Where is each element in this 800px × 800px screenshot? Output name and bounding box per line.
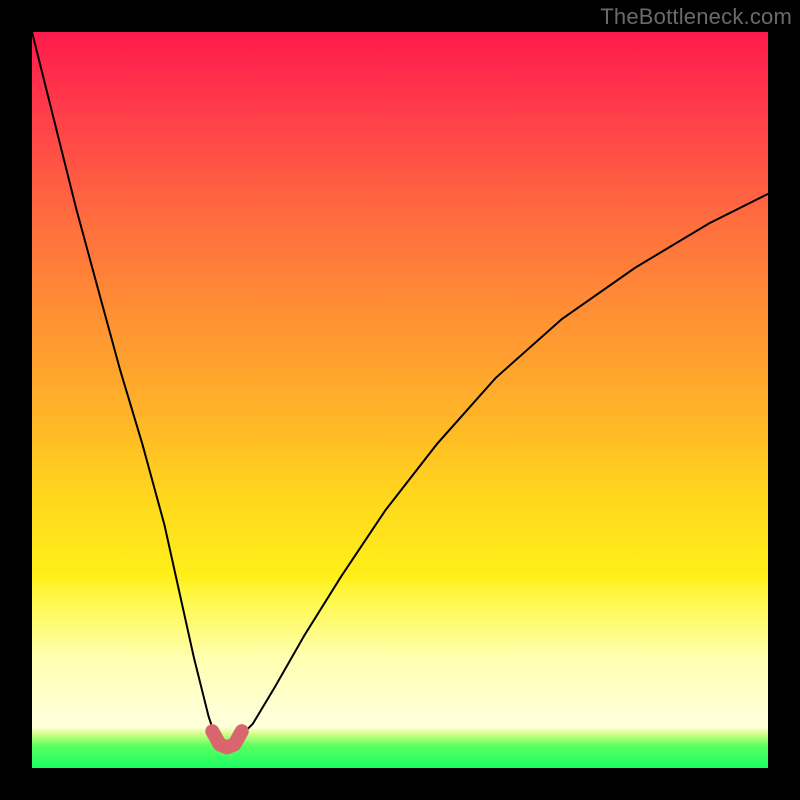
valley-marker	[212, 731, 242, 747]
chart-frame: TheBottleneck.com	[0, 0, 800, 800]
watermark-text: TheBottleneck.com	[600, 4, 792, 30]
chart-svg	[32, 32, 768, 768]
bottleneck-curve	[32, 32, 768, 746]
chart-plot-area	[32, 32, 768, 768]
